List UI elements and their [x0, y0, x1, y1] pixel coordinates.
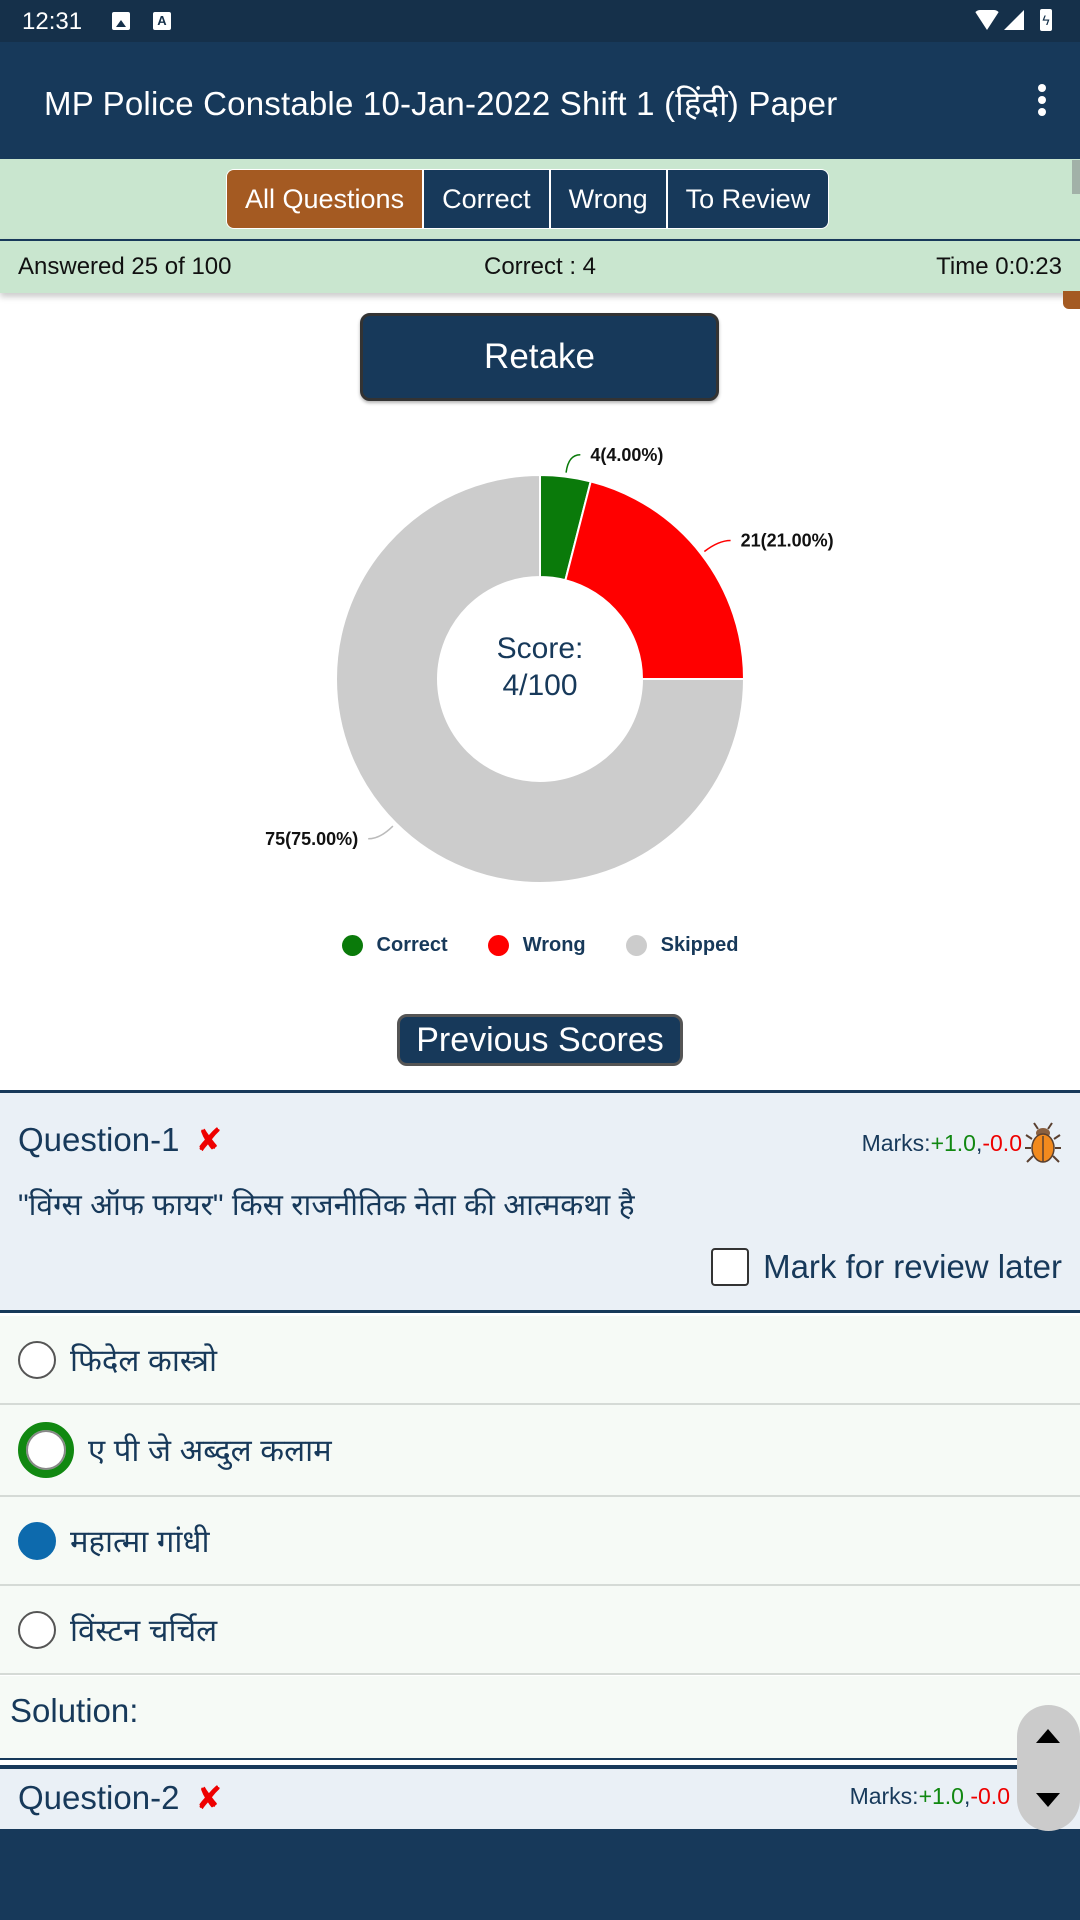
score-donut-chart: 4(4.00%) 21(21.00%) 75(75.00%)	[265, 445, 834, 884]
option-text: फिदेल कास्त्रो	[70, 1342, 218, 1378]
legend-item-wrong[interactable]: Wrong	[487, 934, 586, 957]
legend-dot-skipped	[625, 935, 647, 956]
legend-label: Skipped	[660, 934, 739, 956]
chart-legend: Correct Wrong Skipped	[0, 934, 1080, 957]
label-leader-line	[368, 825, 394, 840]
answered-count: Answered 25 of 100	[18, 253, 232, 280]
wifi-icon	[974, 10, 1000, 30]
solution-label: Solution:	[10, 1692, 139, 1729]
score-value: 4/100	[502, 669, 578, 702]
previous-scores-button[interactable]: Previous Scores	[397, 1014, 683, 1066]
review-label: Mark for review later	[763, 1248, 1062, 1285]
question-text: "विंग्स ऑफ फायर" किस राजनीतिक नेता की आत…	[18, 1189, 635, 1222]
radio-unselected-icon[interactable]	[18, 1340, 56, 1379]
option-text: ए पी जे अब्दुल कलाम	[88, 1433, 332, 1468]
signal-icon	[1004, 10, 1024, 30]
legend-item-skipped[interactable]: Skipped	[625, 934, 739, 957]
question-title: Question-1 ✘	[18, 1121, 222, 1159]
elapsed-time: Time 0:0:23	[936, 253, 1062, 280]
question-title: Question-2 ✘	[18, 1779, 222, 1817]
scroll-down-icon[interactable]	[1036, 1793, 1060, 1807]
image-icon	[112, 12, 130, 30]
more-vert-icon[interactable]	[1022, 78, 1062, 122]
wrong-cross-icon: ✘	[195, 1780, 223, 1816]
app-bar: MP Police Constable 10-Jan-2022 Shift 1 …	[0, 42, 1080, 159]
score-label: Score:	[496, 632, 584, 665]
filter-tabs: All Questions Correct Wrong To Review	[226, 169, 830, 229]
question-number: Question-2	[18, 1779, 180, 1816]
status-bar: 12:31 A ϟ	[0, 0, 1080, 42]
question-marks: Marks: +1.0 , -0.0	[850, 1783, 1010, 1810]
review-checkbox[interactable]	[711, 1248, 750, 1286]
label-leader-line	[565, 454, 581, 473]
radio-correct-answer-icon[interactable]	[18, 1422, 74, 1478]
option-item[interactable]: विंस्टन चर्चिल	[0, 1586, 1080, 1675]
option-text: विंस्टन चर्चिल	[70, 1612, 218, 1648]
retake-button[interactable]: Retake	[360, 313, 719, 401]
marks-negative: -0.0	[970, 1783, 1010, 1809]
question-number: Question-1	[18, 1121, 180, 1158]
summary-bar: Answered 25 of 100 Correct : 4 Time 0:0:…	[0, 239, 1080, 293]
tab-wrong[interactable]: Wrong	[548, 170, 666, 228]
bottom-bar	[0, 1829, 1080, 1920]
data-label: 4(4.00%)	[590, 445, 663, 465]
side-drawer-handle[interactable]	[1063, 291, 1080, 309]
marks-label: Marks:	[861, 1129, 931, 1156]
option-text: महात्मा गांधी	[70, 1523, 210, 1559]
scroll-nav	[1017, 1705, 1080, 1831]
marks-positive: +1.0	[918, 1783, 964, 1809]
marks-negative: -0.0	[982, 1129, 1022, 1156]
option-item[interactable]: फिदेल कास्त्रो	[0, 1316, 1080, 1405]
menu-dot	[1038, 108, 1046, 116]
page-title: MP Police Constable 10-Jan-2022 Shift 1 …	[44, 85, 838, 122]
keyboard-a-icon: A	[153, 12, 171, 30]
question-marks: Marks: +1.0 , -0.0	[862, 1121, 1062, 1165]
label-leader-line	[703, 539, 731, 553]
tab-all-questions[interactable]: All Questions	[227, 170, 423, 228]
data-label: 75(75.00%)	[265, 829, 358, 849]
legend-item-correct[interactable]: Correct	[341, 934, 448, 957]
wrong-cross-icon: ✘	[195, 1122, 223, 1158]
tab-correct[interactable]: Correct	[422, 170, 549, 228]
answer-options: फिदेल कास्त्रो ए पी जे अब्दुल कलाम महात्…	[0, 1316, 1080, 1675]
menu-dot	[1038, 84, 1046, 92]
battery-charging-icon: ϟ	[1040, 9, 1052, 31]
chart-center-label: Score: 4/100	[440, 630, 640, 704]
mark-for-review[interactable]: Mark for review later	[711, 1248, 1062, 1286]
marks-label: Marks:	[849, 1783, 919, 1809]
tab-to-review[interactable]: To Review	[665, 170, 829, 228]
option-item-selected[interactable]: महात्मा गांधी	[0, 1497, 1080, 1586]
filter-bar: All Questions Correct Wrong To Review	[0, 159, 1080, 239]
data-label: 21(21.00%)	[741, 530, 834, 550]
question-card: Question-1 ✘ Marks: +1.0 , -0.0 "विंग्स …	[0, 1090, 1080, 1313]
scroll-indicator	[1072, 160, 1080, 194]
radio-unselected-icon[interactable]	[18, 1610, 56, 1649]
status-time: 12:31	[22, 8, 83, 35]
radio-selected-icon[interactable]	[18, 1521, 56, 1560]
menu-dot	[1038, 96, 1046, 104]
legend-label: Correct	[376, 934, 448, 956]
option-item-correct[interactable]: ए पी जे अब्दुल कलाम	[0, 1405, 1080, 1497]
bug-report-icon[interactable]	[1024, 1121, 1062, 1165]
legend-dot-correct	[341, 935, 363, 956]
legend-label: Wrong	[522, 934, 586, 956]
legend-dot-wrong	[487, 935, 509, 956]
solution-section: Solution:	[0, 1676, 1080, 1760]
question-card: Question-2 ✘ Marks: +1.0 , -0.0	[0, 1765, 1080, 1830]
scroll-up-icon[interactable]	[1036, 1729, 1060, 1743]
marks-positive: +1.0	[930, 1129, 976, 1156]
